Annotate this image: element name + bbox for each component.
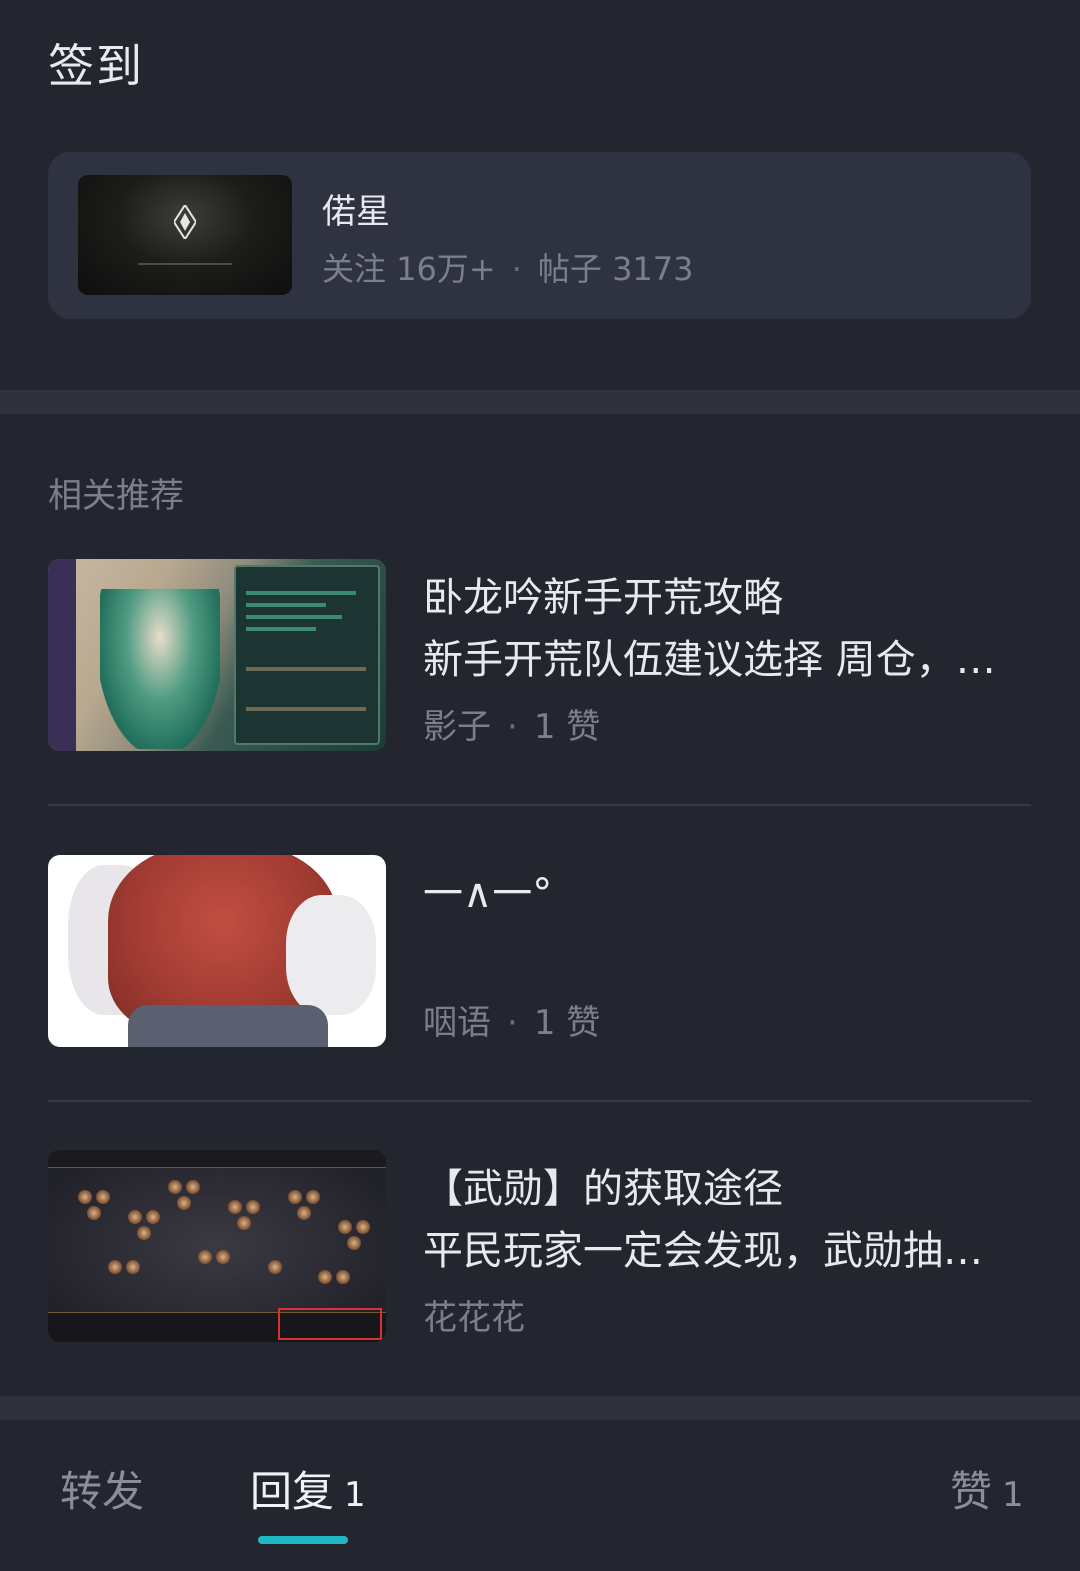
forum-posts: 帖子 3173 — [537, 250, 694, 288]
post-author: 咽语 — [423, 1003, 491, 1043]
post-meta: 影子 · 1 赞 — [423, 699, 600, 748]
tab-repost[interactable]: 转发 — [60, 1458, 144, 1519]
post-description: 新手开荒队伍建议选择 周仓，… — [423, 637, 996, 683]
forum-logo-icon — [174, 205, 196, 239]
separator-dot: · — [511, 250, 522, 288]
tab-label: 赞 — [950, 1467, 993, 1516]
post-description: 平民玩家一定会发现，武勋抽… — [423, 1228, 983, 1274]
list-item[interactable]: 一∧一° 咽语 · 1 赞 — [48, 855, 1031, 1047]
post-title: 卧龙吟新手开荒攻略 — [423, 575, 783, 621]
active-tab-indicator — [258, 1536, 348, 1544]
tab-label: 回复 — [250, 1467, 335, 1516]
post-title: 【武勋】的获取途径 — [423, 1166, 783, 1212]
section-separator — [0, 1396, 1080, 1420]
post-thumbnail — [48, 559, 386, 751]
tab-count: 1 — [1002, 1475, 1024, 1515]
divider — [48, 804, 1031, 806]
forum-followers: 关注 16万+ — [322, 250, 496, 288]
tab-label: 转发 — [60, 1467, 145, 1516]
list-item[interactable]: 【武勋】的获取途径 平民玩家一定会发现，武勋抽… 花花花 — [48, 1150, 1031, 1342]
divider — [48, 1100, 1031, 1102]
separator-dot: · — [507, 707, 518, 747]
tab-count: 1 — [344, 1475, 366, 1515]
section-separator — [0, 390, 1080, 414]
post-likes: 1 赞 — [533, 1003, 601, 1043]
section-heading: 相关推荐 — [48, 476, 184, 516]
tab-reply[interactable]: 回复 1 — [250, 1458, 366, 1519]
tab-like[interactable]: 赞1 — [950, 1458, 1024, 1519]
separator-dot: · — [507, 1003, 518, 1043]
post-thumbnail — [48, 1150, 386, 1342]
post-meta: 咽语 · 1 赞 — [423, 995, 600, 1044]
post-thumbnail — [48, 855, 386, 1047]
page-title: 签到 — [48, 39, 144, 93]
forum-stats: 关注 16万+ · 帖子 3173 — [322, 244, 694, 290]
bottom-tab-bar: 转发 回复 1 赞1 — [0, 1420, 1080, 1571]
post-author: 影子 — [423, 707, 491, 747]
forum-card[interactable]: 偌星 关注 16万+ · 帖子 3173 — [48, 152, 1031, 319]
list-item[interactable]: 卧龙吟新手开荒攻略 新手开荒队伍建议选择 周仓，… 影子 · 1 赞 — [48, 559, 1031, 751]
forum-cover-image — [78, 175, 292, 295]
post-meta: 花花花 — [423, 1290, 525, 1339]
forum-name: 偌星 — [322, 192, 390, 232]
post-detail-page: 签到 偌星 关注 16万+ · 帖子 3173 相关推荐 卧龙吟新手开荒攻略 新… — [0, 0, 1080, 1571]
post-likes: 1 赞 — [533, 707, 601, 747]
post-author: 花花花 — [423, 1298, 525, 1338]
post-title: 一∧一° — [423, 871, 553, 917]
